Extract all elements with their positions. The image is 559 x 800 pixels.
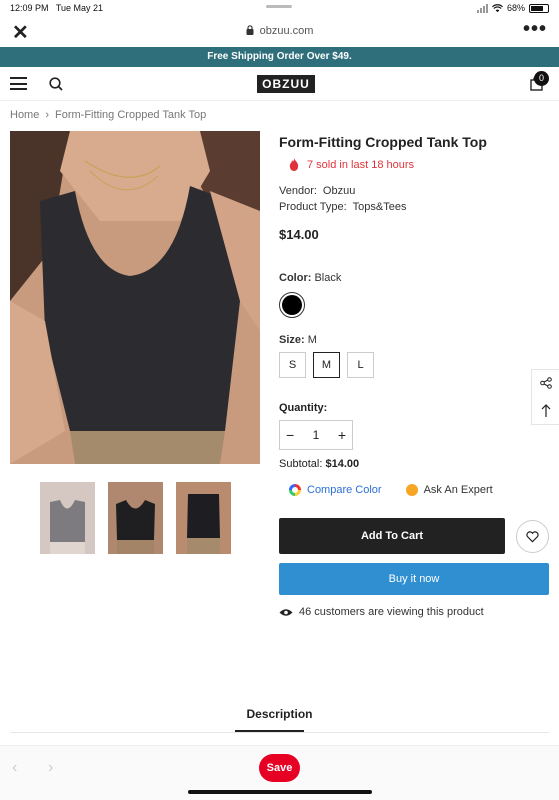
size-option-m[interactable]: M <box>313 352 340 378</box>
size-option-s[interactable]: S <box>279 352 306 378</box>
promo-banner: Free Shipping Order Over $49. <box>0 47 559 67</box>
product-meta: Vendor: Obzuu Product Type: Tops&Tees <box>279 183 549 215</box>
url-display[interactable]: obzuu.com <box>0 25 559 37</box>
color-option-label: Color: Black <box>279 272 342 284</box>
sold-indicator: 7 sold in last 18 hours <box>289 158 549 171</box>
type-value[interactable]: Tops&Tees <box>353 201 407 213</box>
vendor-value[interactable]: Obzuu <box>323 185 355 197</box>
add-to-cart-button[interactable]: Add To Cart <box>279 518 505 554</box>
thumbnail-1[interactable] <box>40 482 95 554</box>
back-arrow-icon[interactable]: ‹ <box>12 759 17 777</box>
buy-now-button[interactable]: Buy it now <box>279 563 549 595</box>
browser-bottom-bar: ‹ › Save <box>0 745 559 800</box>
tab-divider <box>10 732 549 733</box>
cart-actions: Add To Cart <box>279 518 549 554</box>
size-option-l[interactable]: L <box>347 352 374 378</box>
site-header: OBZUU 0 <box>0 67 559 101</box>
type-label: Product Type: <box>279 201 347 213</box>
status-right: 68% <box>476 3 549 13</box>
wifi-icon <box>492 3 503 12</box>
quantity-increase-button[interactable]: + <box>338 427 346 443</box>
battery-icon <box>529 3 549 13</box>
breadcrumb: Home › Form-Fitting Cropped Tank Top <box>10 109 206 121</box>
side-toolbar <box>531 369 559 425</box>
thumbnail-2[interactable] <box>108 482 163 554</box>
share-icon[interactable] <box>539 377 552 390</box>
heart-icon <box>526 530 539 542</box>
home-indicator <box>188 790 372 794</box>
multitask-indicator <box>266 5 292 8</box>
helper-links: Compare Color Ask An Expert <box>289 484 549 496</box>
size-value: M <box>307 334 317 346</box>
signal-icon <box>476 3 488 13</box>
breadcrumb-separator: › <box>45 109 50 121</box>
thumbnail-3[interactable] <box>176 482 231 554</box>
product-info: Form-Fitting Cropped Tank Top 7 sold in … <box>279 134 549 496</box>
cart-count-badge: 0 <box>534 71 549 86</box>
breadcrumb-current: Form-Fitting Cropped Tank Top <box>55 109 207 121</box>
hamburger-menu-icon[interactable] <box>10 77 27 90</box>
expert-avatar-icon <box>405 484 418 496</box>
status-bar: 12:09 PM Tue May 21 68% <box>0 0 559 16</box>
search-icon[interactable] <box>49 77 63 91</box>
product-main-image[interactable] <box>10 131 260 464</box>
color-wheel-icon <box>289 484 301 496</box>
subtotal: Subtotal: $14.00 <box>279 458 360 470</box>
quantity-label: Quantity: <box>279 402 328 414</box>
vendor-label: Vendor: <box>279 185 317 197</box>
quantity-value[interactable]: 1 <box>313 428 320 442</box>
product-title: Form-Fitting Cropped Tank Top <box>279 134 487 150</box>
size-option-label: Size: M <box>279 334 317 346</box>
quantity-decrease-button[interactable]: − <box>286 427 294 443</box>
sold-text: 7 sold in last 18 hours <box>307 158 415 171</box>
product-price: $14.00 <box>279 227 319 242</box>
breadcrumb-home[interactable]: Home <box>10 109 39 121</box>
quantity-stepper: − 1 + <box>279 420 353 450</box>
tab-description[interactable]: Description <box>0 707 559 721</box>
ask-expert-link[interactable]: Ask An Expert <box>405 484 493 496</box>
status-time: 12:09 PM Tue May 21 <box>10 3 104 13</box>
more-options-icon[interactable]: ••• <box>523 18 547 41</box>
subtotal-value: $14.00 <box>325 458 360 470</box>
lock-icon <box>246 25 254 35</box>
color-value: Black <box>314 272 342 284</box>
scroll-top-icon[interactable] <box>541 403 551 417</box>
size-selector: S M L <box>279 352 549 378</box>
forward-arrow-icon[interactable]: › <box>48 759 53 777</box>
color-swatch-black[interactable] <box>279 292 305 318</box>
battery-percent: 68% <box>506 3 525 13</box>
browser-bar: ✕ obzuu.com ••• <box>0 16 559 46</box>
product-thumbnails <box>40 482 231 554</box>
brand-logo[interactable]: OBZUU <box>257 75 315 93</box>
save-button[interactable]: Save <box>259 754 300 782</box>
viewers-notice: 46 customers are viewing this product <box>279 606 484 618</box>
wishlist-button[interactable] <box>516 520 549 553</box>
eye-icon <box>279 608 293 616</box>
compare-color-link[interactable]: Compare Color <box>289 484 382 496</box>
flame-icon <box>289 158 299 171</box>
